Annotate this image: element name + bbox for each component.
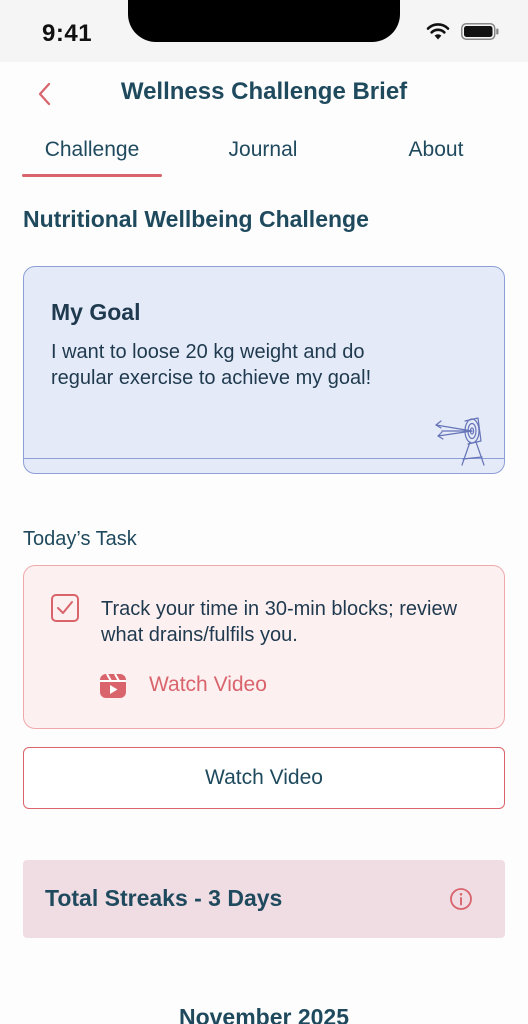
archery-target-icon bbox=[435, 417, 485, 466]
tab-challenge[interactable]: Challenge bbox=[22, 138, 162, 162]
status-bar: 9:41 bbox=[0, 0, 528, 62]
checkmark-icon bbox=[57, 601, 73, 614]
goal-heading: My Goal bbox=[51, 299, 141, 325]
goal-text: I want to loose 20 kg weight and do regu… bbox=[51, 341, 372, 389]
battery-icon bbox=[461, 23, 499, 40]
goal-card: My Goal I want to loose 20 kg weight and… bbox=[23, 266, 505, 474]
task-card: Track your time in 30-min blocks; review… bbox=[23, 565, 505, 729]
streak-label: Total Streaks - 3 Days bbox=[45, 885, 283, 911]
notch bbox=[128, 0, 400, 42]
info-icon[interactable] bbox=[449, 887, 473, 911]
tab-about[interactable]: About bbox=[366, 138, 506, 162]
task-text: Track your time in 30-min blocks; review… bbox=[101, 598, 458, 646]
reel-icon bbox=[100, 673, 126, 698]
task-watch-video-label: Watch Video bbox=[149, 673, 267, 696]
tab-journal[interactable]: Journal bbox=[193, 138, 333, 162]
wifi-icon bbox=[426, 23, 450, 40]
watch-video-button[interactable]: Watch Video bbox=[23, 747, 505, 809]
screen: Wellness Challenge Brief Challenge Journ… bbox=[0, 62, 528, 1024]
todays-task-label: Today’s Task bbox=[23, 528, 137, 550]
challenge-title: Nutritional Wellbeing Challenge bbox=[23, 206, 369, 232]
task-checkbox[interactable] bbox=[51, 594, 79, 622]
status-time: 9:41 bbox=[42, 20, 93, 47]
streak-card: Total Streaks - 3 Days bbox=[23, 860, 505, 938]
page-title: Wellness Challenge Brief bbox=[120, 78, 408, 105]
calendar-month-label: November 2025 bbox=[178, 1004, 350, 1024]
tab-bar: Challenge Journal About bbox=[0, 136, 528, 180]
active-tab-indicator bbox=[22, 174, 162, 177]
